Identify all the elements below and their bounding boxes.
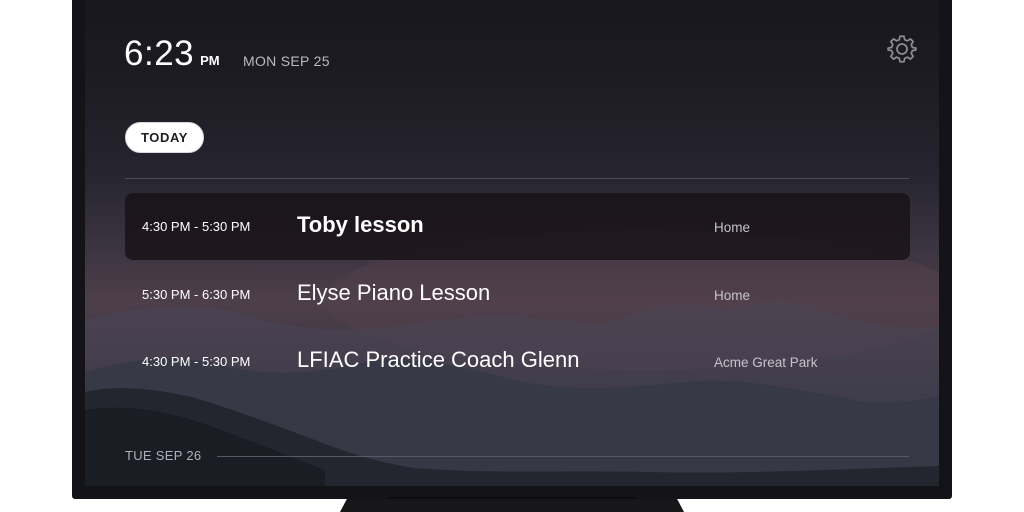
event-time: 4:30 PM - 5:30 PM bbox=[142, 219, 251, 234]
event-time: 5:30 PM - 6:30 PM bbox=[142, 287, 251, 302]
event-row[interactable]: 4:30 PM - 5:30 PM LFIAC Practice Coach G… bbox=[125, 328, 910, 395]
section-divider bbox=[125, 178, 909, 179]
gear-icon[interactable] bbox=[886, 33, 918, 65]
clock-time: 6:23 bbox=[124, 34, 195, 73]
event-location: Home bbox=[714, 220, 751, 235]
next-day-divider bbox=[217, 456, 909, 457]
tv-stand bbox=[340, 499, 684, 512]
event-location: Acme Great Park bbox=[714, 355, 818, 370]
event-row[interactable]: 5:30 PM - 6:30 PM Elyse Piano Lesson Hom… bbox=[125, 261, 910, 328]
event-title: Toby lesson bbox=[297, 212, 424, 237]
today-pill[interactable]: TODAY bbox=[125, 122, 204, 153]
event-title: LFIAC Practice Coach Glenn bbox=[297, 347, 580, 372]
next-day-label: TUE SEP 26 bbox=[125, 448, 202, 463]
event-title: Elyse Piano Lesson bbox=[297, 280, 491, 305]
current-date: MON SEP 25 bbox=[243, 53, 330, 69]
clock-ampm: PM bbox=[200, 53, 220, 68]
event-location: Home bbox=[714, 288, 751, 303]
clock: 6:23 PM bbox=[124, 34, 220, 74]
event-row-selected[interactable]: 4:30 PM - 5:30 PM Toby lesson Home bbox=[125, 193, 910, 260]
event-time: 4:30 PM - 5:30 PM bbox=[142, 354, 251, 369]
